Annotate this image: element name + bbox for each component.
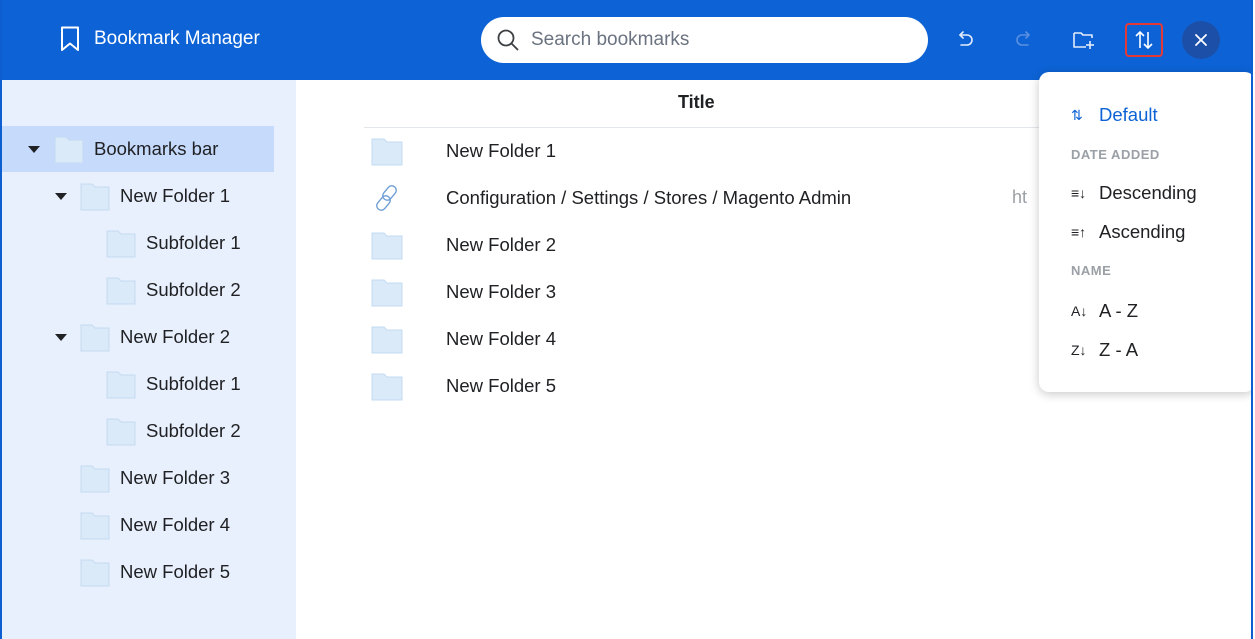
folder-tree-sidebar: Bookmarks bar New Folder 1 Subfolder 1 Subf… — [2, 80, 296, 639]
sidebar-item-label: Subfolder 1 — [146, 232, 241, 253]
folder-icon — [80, 510, 110, 540]
sort-option-a-z[interactable]: A↓ A - Z — [1071, 300, 1138, 322]
folder-icon — [106, 369, 136, 399]
sidebar-item[interactable]: Subfolder 2 — [2, 408, 282, 454]
sort-ascending-icon: ≡↑ — [1071, 224, 1087, 240]
sort-option-label: A - Z — [1099, 300, 1139, 321]
sidebar-item-label: Subfolder 2 — [146, 420, 241, 441]
folder-row[interactable]: New Folder 1 — [364, 128, 1044, 174]
sort-option-ascending[interactable]: ≡↑ Ascending — [1071, 221, 1185, 243]
folder-icon — [106, 416, 136, 446]
sidebar-item-label: New Folder 3 — [120, 467, 231, 488]
row-title: Configuration / Settings / Stores / Mage… — [446, 187, 852, 208]
sort-option-label: Default — [1099, 104, 1158, 125]
bookmark-icon — [61, 26, 79, 51]
sort-icon — [1135, 31, 1153, 49]
row-title: New Folder 5 — [446, 375, 557, 396]
folder-icon — [106, 275, 136, 305]
caret-down-icon[interactable] — [28, 146, 40, 153]
folder-icon — [364, 371, 446, 401]
bookmark-row[interactable]: Configuration / Settings / Stores / Mage… — [364, 175, 1044, 221]
folder-icon — [364, 136, 446, 166]
new-folder-icon — [1073, 32, 1094, 49]
folder-icon — [80, 463, 110, 493]
redo-button[interactable] — [1008, 24, 1040, 56]
link-icon — [364, 183, 446, 213]
sort-option-label: Ascending — [1099, 221, 1186, 242]
row-title: New Folder 2 — [446, 234, 557, 255]
new-folder-button[interactable] — [1068, 24, 1100, 56]
sidebar-item-label: Subfolder 1 — [146, 373, 241, 394]
sidebar-item[interactable]: Subfolder 1 — [2, 361, 282, 407]
folder-row[interactable]: New Folder 5 — [364, 363, 1044, 409]
sort-option-default[interactable]: ⇅ Default — [1071, 104, 1158, 126]
section-heading-date-added: DATE ADDED — [1071, 147, 1160, 162]
folder-icon — [364, 230, 446, 260]
sort-default-icon: ⇅ — [1071, 106, 1083, 123]
sidebar-item[interactable]: Subfolder 2 — [2, 267, 282, 313]
sort-option-z-a[interactable]: Z↓ Z - A — [1071, 339, 1138, 361]
bookmark-manager-window: Bookmark Manager Search bookmarks Bookma… — [0, 0, 1253, 639]
undo-button[interactable] — [949, 24, 981, 56]
folder-icon — [106, 228, 136, 258]
sort-option-descending[interactable]: ≡↓ Descending — [1071, 182, 1197, 204]
close-icon — [1195, 34, 1207, 46]
close-button[interactable] — [1182, 21, 1220, 59]
sidebar-item-label: New Folder 1 — [120, 185, 231, 206]
folder-icon — [80, 181, 110, 211]
folder-row[interactable]: New Folder 2 — [364, 222, 1044, 268]
app-title: Bookmark Manager — [94, 28, 260, 49]
sidebar-item[interactable]: New Folder 5 — [2, 549, 282, 595]
sidebar-item-label: Bookmarks bar — [94, 138, 219, 159]
sort-option-label: Z - A — [1099, 339, 1139, 360]
section-heading-name: NAME — [1071, 263, 1112, 278]
search-icon — [497, 29, 519, 51]
sort-az-icon: A↓ — [1071, 303, 1088, 319]
row-title: New Folder 1 — [446, 140, 557, 161]
sidebar-item-label: New Folder 4 — [120, 514, 231, 535]
sort-menu: ⇅ Default DATE ADDED ≡↓ Descending ≡↑ As… — [1039, 72, 1251, 392]
sort-option-label: Descending — [1099, 182, 1197, 203]
search-box[interactable] — [481, 17, 928, 63]
sort-descending-icon: ≡↓ — [1071, 185, 1087, 201]
sort-button[interactable] — [1125, 23, 1163, 57]
bookmark-url: ht — [1012, 187, 1028, 207]
folder-icon — [364, 324, 446, 354]
header-bar: Bookmark Manager — [2, 0, 1251, 80]
sidebar-item[interactable]: Bookmarks bar — [2, 126, 274, 172]
undo-icon — [959, 31, 973, 46]
sidebar-item[interactable]: New Folder 3 — [2, 455, 282, 501]
folder-row[interactable]: New Folder 4 — [364, 316, 1044, 362]
caret-down-icon[interactable] — [55, 193, 67, 200]
sidebar-item-label: New Folder 2 — [120, 326, 231, 347]
folder-icon — [54, 134, 84, 164]
sidebar-item[interactable]: New Folder 4 — [2, 502, 282, 548]
sort-za-icon: Z↓ — [1071, 342, 1087, 358]
search-input[interactable] — [529, 28, 913, 52]
folder-icon — [364, 277, 446, 307]
folder-icon — [80, 322, 110, 352]
folder-row[interactable]: New Folder 3 — [364, 269, 1044, 315]
column-header-title[interactable]: Title — [678, 92, 715, 113]
folder-icon — [80, 557, 110, 587]
redo-icon — [1016, 31, 1030, 46]
sidebar-item[interactable]: New Folder 1 — [2, 173, 282, 219]
sidebar-item[interactable]: Subfolder 1 — [2, 220, 282, 266]
sidebar-item-label: New Folder 5 — [120, 561, 231, 582]
sidebar-item-label: Subfolder 2 — [146, 279, 241, 300]
caret-down-icon[interactable] — [55, 334, 67, 341]
row-title: New Folder 3 — [446, 281, 557, 302]
row-title: New Folder 4 — [446, 328, 557, 349]
sidebar-item[interactable]: New Folder 2 — [2, 314, 282, 360]
app-title-group: Bookmark Manager — [60, 26, 260, 52]
